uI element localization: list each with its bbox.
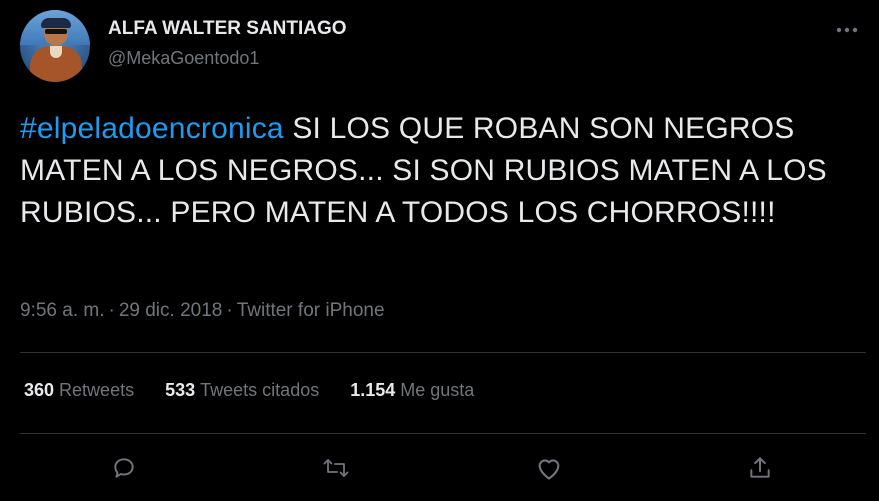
retweets-count: 360 — [24, 380, 55, 400]
likes-count: 1.154 — [350, 380, 396, 400]
like-icon — [535, 455, 563, 486]
author-display-name[interactable]: ALFA WALTER SANTIAGO — [108, 18, 347, 40]
share-button[interactable] — [740, 450, 780, 490]
tweet-date[interactable]: 29 dic. 2018 — [119, 300, 223, 321]
likes-stat[interactable]: 1.154 Me gusta — [350, 380, 474, 401]
retweets-label: Retweets — [59, 380, 135, 400]
avatar-collar — [50, 46, 62, 58]
avatar[interactable] — [20, 10, 90, 82]
tweet-time[interactable]: 9:56 a. m. — [20, 300, 105, 321]
like-button[interactable] — [529, 450, 569, 490]
tweet-stats: 360 Retweets 533 Tweets citados 1.154 Me gu… — [24, 380, 500, 401]
quotes-stat[interactable]: 533 Tweets citados — [165, 380, 319, 401]
avatar-glasses — [45, 29, 67, 34]
retweets-stat[interactable]: 360 Retweets — [24, 380, 134, 401]
divider-bottom — [20, 433, 866, 434]
divider-top — [20, 352, 866, 353]
tweet-source[interactable]: Twitter for iPhone — [237, 300, 385, 321]
share-icon — [747, 455, 773, 486]
hashtag-link[interactable]: #elpeladoencronica — [20, 112, 284, 145]
meta-separator: · — [108, 300, 115, 321]
author-handle[interactable]: @MekaGoentodo1 — [108, 48, 259, 69]
quotes-label: Tweets citados — [200, 380, 320, 400]
more-options-icon[interactable] — [834, 20, 860, 40]
likes-label: Me gusta — [400, 380, 475, 400]
meta-separator-2: · — [226, 300, 233, 321]
avatar-hat — [41, 18, 71, 28]
tweet-meta: 9:56 a. m. · 29 dic. 2018 · Twitter for iPho… — [20, 300, 385, 322]
reply-button[interactable] — [104, 450, 144, 490]
tweet-header: ALFA WALTER SANTIAGO @MekaGoentodo1 — [20, 10, 860, 82]
tweet-actions — [20, 450, 866, 490]
retweet-button[interactable] — [316, 450, 356, 490]
tweet-text: #elpeladoencronica SI LOS QUE ROBAN SON … — [20, 108, 865, 234]
retweet-icon — [322, 455, 350, 486]
reply-icon — [111, 455, 137, 486]
quotes-count: 533 — [165, 380, 196, 400]
